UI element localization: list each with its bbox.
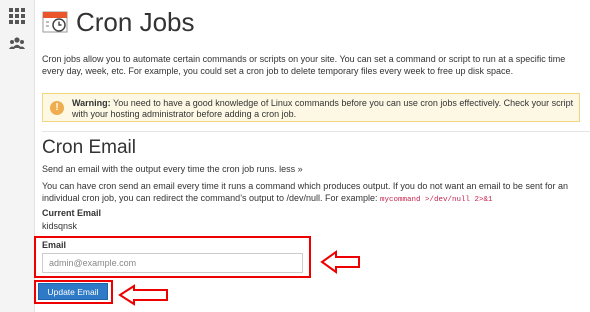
button-highlight-box [34,280,113,304]
page-header: Cron Jobs [42,5,195,39]
send-email-line: Send an email with the output every time… [42,164,303,174]
current-email-value: kidsqnsk [42,221,78,231]
exclamation-icon: ! [50,101,64,115]
intro-text: Cron jobs allow you to automate certain … [42,54,566,76]
arrow-left-icon [118,284,168,306]
warning-alert: ! Warning: You need to have a good knowl… [42,93,580,122]
left-nav [0,0,35,312]
users-icon[interactable] [9,36,25,52]
example-command: mycommand >/dev/null 2>&1 [380,196,493,204]
cron-email-heading: Cron Email [42,137,136,158]
grid-icon[interactable] [9,8,25,24]
email-highlight-box [34,236,311,278]
warning-message: You need to have a good knowledge of Lin… [72,98,574,119]
send-email-text: Send an email with the output every time… [42,164,277,174]
cron-email-description: You can have cron send an email every ti… [42,180,587,206]
warning-label: Warning: [72,98,111,108]
arrow-left-icon [320,250,360,274]
warning-text: Warning: You need to have a good knowled… [72,98,574,120]
less-link[interactable]: less » [279,164,303,174]
current-email-label: Current Email [42,208,102,218]
divider [42,131,590,132]
page-title: Cron Jobs [76,6,195,37]
cron-clock-icon [42,11,68,33]
